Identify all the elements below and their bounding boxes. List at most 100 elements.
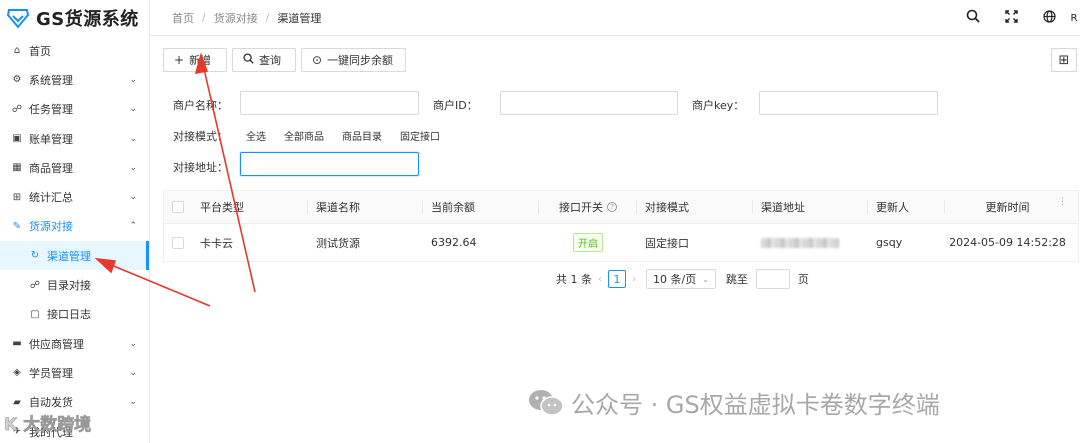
mode-option-all-products[interactable]: 全部商品 bbox=[284, 128, 324, 143]
chevron-down-icon: ⌄ bbox=[129, 367, 137, 378]
search-icon[interactable] bbox=[954, 9, 992, 27]
breadcrumb-current: 渠道管理 bbox=[277, 11, 322, 25]
address-input[interactable] bbox=[240, 152, 419, 176]
status-badge[interactable]: 开启 bbox=[573, 233, 603, 252]
cell-address bbox=[753, 224, 868, 261]
mode-label: 对接模式： bbox=[173, 130, 228, 143]
sidebar-item-log[interactable]: ▢ 接口日志 bbox=[0, 300, 149, 329]
merchant-name-label: 商户名称： bbox=[173, 99, 228, 112]
column-header: 更新时间 bbox=[985, 201, 1030, 214]
next-page-icon[interactable]: › bbox=[632, 274, 636, 285]
wechat-icon bbox=[529, 389, 564, 416]
sidebar-item-bills[interactable]: ▣ 账单管理 ⌄ bbox=[0, 124, 149, 153]
chevron-up-icon: ⌃ bbox=[129, 221, 137, 232]
jump-input[interactable] bbox=[755, 269, 790, 289]
top-header: 首页 / 货源对接 / 渠道管理 R bbox=[150, 0, 1080, 36]
search-panel: 商户名称： 商户ID： 商户key： 对接模式： 全选 全部商品 商品目录 固定… bbox=[163, 78, 1077, 176]
supplier-icon: ▬ bbox=[12, 338, 22, 350]
plug-icon: ✎ bbox=[12, 220, 22, 232]
prev-page-icon[interactable]: ‹ bbox=[598, 274, 602, 285]
toolbar: + 新增 查询 ⊙ 一键同步余额 bbox=[163, 48, 406, 72]
chevron-down-icon: ⌄ bbox=[129, 162, 137, 173]
chevron-down-icon: ⌄ bbox=[129, 192, 137, 203]
query-button[interactable]: 查询 bbox=[232, 48, 296, 72]
chevron-down-icon: ⌄ bbox=[129, 397, 137, 408]
sidebar-item-student[interactable]: ◈ 学员管理 ⌄ bbox=[0, 358, 149, 387]
chevron-down-icon: ⌄ bbox=[129, 104, 137, 115]
cell-updater: gsqy bbox=[876, 236, 903, 249]
cell-switch: 开启 bbox=[539, 224, 637, 261]
column-header: 渠道地址 bbox=[753, 191, 868, 223]
log-icon: ▢ bbox=[30, 308, 40, 320]
select-all-checkbox[interactable] bbox=[164, 191, 192, 223]
column-settings-icon[interactable]: ⊞ bbox=[1051, 48, 1077, 72]
sidebar-item-channel[interactable]: ↻ 渠道管理 bbox=[0, 241, 149, 271]
breadcrumb-home[interactable]: 首页 bbox=[172, 10, 194, 26]
sidebar-item-home[interactable]: ⌂ 首页 bbox=[0, 36, 149, 65]
column-header: 当前余额 bbox=[423, 191, 539, 223]
settings-icon: ⚙ bbox=[12, 74, 22, 86]
app-logo[interactable]: GS货源系统 bbox=[0, 0, 149, 36]
total-count: 共 1 条 bbox=[556, 273, 592, 286]
chevron-down-icon: ⌄ bbox=[129, 133, 137, 144]
table-row[interactable]: 卡卡云 测试货源 6392.64 开启 固定接口 gsqy 2024-05-09… bbox=[164, 224, 1078, 261]
breadcrumb-separator: / bbox=[265, 11, 270, 24]
mode-option-all[interactable]: 全选 bbox=[246, 128, 266, 143]
header-actions: R bbox=[954, 0, 1080, 36]
cell-channel-name: 测试货源 bbox=[316, 236, 360, 250]
main-content: + 新增 查询 ⊙ 一键同步余额 ⊞ 商户名称： 商户ID： 商户key： 对接… bbox=[150, 36, 1080, 443]
column-header: 平台类型 bbox=[192, 191, 308, 223]
page-size-select[interactable]: 10 条/页 ⌄ bbox=[646, 269, 716, 289]
column-header: 渠道名称 bbox=[308, 191, 423, 223]
watermark-left: K 大数跨境 bbox=[4, 415, 92, 436]
student-icon: ◈ bbox=[13, 367, 21, 379]
cell-platform: 卡卡云 bbox=[200, 236, 233, 250]
sidebar-item-tasks[interactable]: ☍ 任务管理 ⌄ bbox=[0, 95, 149, 124]
row-checkbox[interactable] bbox=[164, 224, 192, 261]
calendar-icon: ▦ bbox=[12, 162, 22, 174]
page-number[interactable]: 1 bbox=[608, 270, 626, 288]
help-icon[interactable]: ? bbox=[607, 202, 617, 212]
mode-options: 全选 全部商品 商品目录 固定接口 bbox=[246, 128, 440, 143]
add-button[interactable]: + 新增 bbox=[163, 48, 227, 72]
sidebar-item-stats[interactable]: ⊞ 统计汇总 ⌄ bbox=[0, 182, 149, 211]
mode-option-catalog[interactable]: 商品目录 bbox=[342, 128, 382, 143]
user-initial[interactable]: R bbox=[1068, 13, 1080, 24]
breadcrumb-source[interactable]: 货源对接 bbox=[214, 10, 258, 26]
column-header-switch: 接口开关 ? bbox=[539, 191, 637, 223]
cell-mode: 固定接口 bbox=[645, 236, 689, 250]
sidebar-item-source[interactable]: ✎ 货源对接 ⌃ bbox=[0, 212, 149, 241]
jump-label: 跳至 bbox=[725, 273, 748, 286]
column-resize-icon[interactable]: ⋮ bbox=[1058, 197, 1067, 207]
fullscreen-icon[interactable] bbox=[992, 9, 1030, 27]
address-label: 对接地址： bbox=[173, 161, 228, 174]
globe-icon[interactable] bbox=[1030, 9, 1068, 27]
sidebar-item-products[interactable]: ▦ 商品管理 ⌄ bbox=[0, 153, 149, 182]
sidebar-item-system[interactable]: ⚙ 系统管理 ⌄ bbox=[0, 65, 149, 94]
channel-table: 平台类型 渠道名称 当前余额 接口开关 ? 对接模式 渠道地址 更新人 更新时间… bbox=[163, 190, 1079, 262]
channel-icon: ↻ bbox=[30, 250, 40, 262]
task-icon: ☍ bbox=[11, 103, 23, 115]
merchant-key-input[interactable] bbox=[759, 91, 938, 115]
merchant-key-label: 商户key： bbox=[692, 99, 745, 112]
merchant-id-input[interactable] bbox=[500, 91, 678, 115]
sync-balance-button[interactable]: ⊙ 一键同步余额 bbox=[301, 48, 406, 72]
home-icon: ⌂ bbox=[13, 45, 21, 57]
cell-update-time: 2024-05-09 14:52:28 bbox=[949, 236, 1066, 249]
merchant-name-input[interactable] bbox=[240, 91, 419, 115]
logo-icon bbox=[6, 9, 30, 29]
page-label: 页 bbox=[797, 273, 809, 286]
chevron-down-icon: ⌄ bbox=[129, 74, 137, 85]
chevron-down-icon: ⌄ bbox=[129, 338, 137, 349]
sidebar: GS货源系统 ⌂ 首页 ⚙ 系统管理 ⌄ ☍ 任务管理 ⌄ ▣ 账单管理 ⌄ ▦… bbox=[0, 0, 150, 443]
sidebar-item-catalog[interactable]: ☍ 目录对接 bbox=[0, 270, 149, 299]
bill-icon: ▣ bbox=[12, 133, 22, 145]
masked-address bbox=[761, 237, 839, 248]
mode-option-fixed[interactable]: 固定接口 bbox=[400, 128, 440, 143]
column-header: 对接模式 bbox=[637, 191, 753, 223]
sidebar-item-supplier[interactable]: ▬ 供应商管理 ⌄ bbox=[0, 329, 149, 358]
pagination: 共 1 条 ‹ 1 › 10 条/页 ⌄ 跳至 页 bbox=[556, 269, 809, 289]
merchant-id-label: 商户ID： bbox=[433, 99, 478, 112]
grid-icon: ⊞ bbox=[12, 191, 22, 203]
column-header: 更新人 bbox=[868, 191, 945, 223]
